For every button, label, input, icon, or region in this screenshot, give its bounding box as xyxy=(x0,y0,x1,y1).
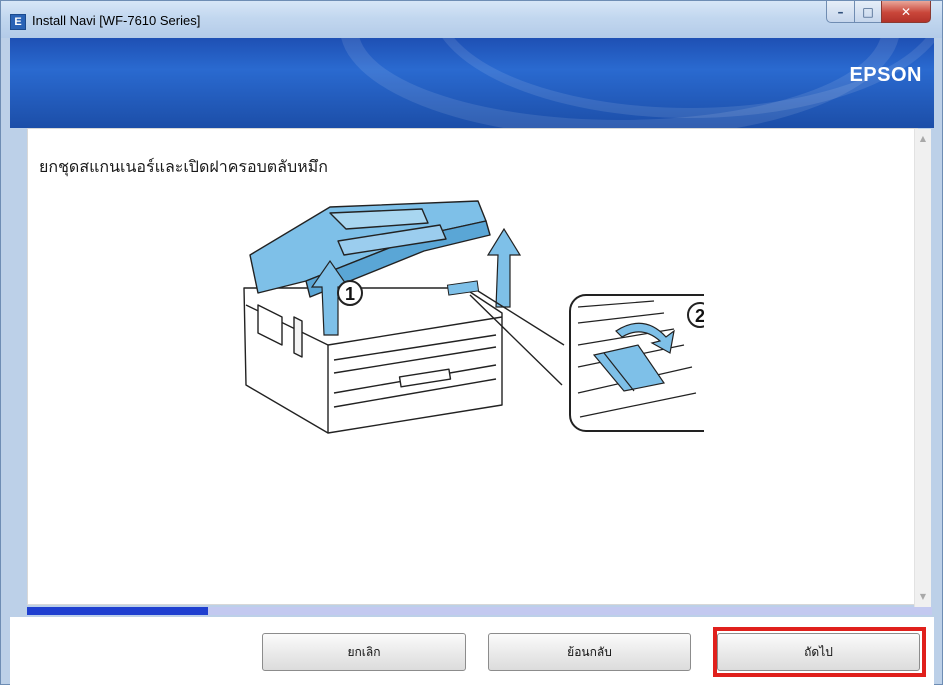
instruction-heading: ยกชุดสแกนเนอร์และเปิดฝาครอบตลับหมึก xyxy=(39,157,328,176)
epson-logo: EPSON xyxy=(849,64,922,86)
cancel-button[interactable]: ยกเลิก xyxy=(262,633,466,671)
title-bar[interactable]: E Install Navi [WF-7610 Series] – □ ✕ xyxy=(1,1,942,38)
next-button[interactable]: ถัดไป xyxy=(717,633,920,671)
maximize-button[interactable]: □ xyxy=(854,1,882,23)
cartridge-cover xyxy=(446,280,480,296)
install-progress-fill xyxy=(27,607,208,615)
lift-arrow-right-icon xyxy=(486,227,522,308)
scanner-lid xyxy=(249,200,491,298)
window-title: Install Navi [WF-7610 Series] xyxy=(32,13,201,28)
step-1-label: 1 xyxy=(345,284,355,304)
printer-body xyxy=(243,287,503,434)
step-2-label: 2 xyxy=(695,306,704,326)
minimize-icon: – xyxy=(837,4,844,19)
close-button[interactable]: ✕ xyxy=(881,1,931,23)
close-icon: ✕ xyxy=(900,4,912,19)
printer-illustration: 1 2 xyxy=(243,200,704,434)
instruction-panel: ยกชุดสแกนเนอร์และเปิดฝาครอบตลับหมึก 1 2 xyxy=(27,128,918,605)
install-progress-bar xyxy=(27,607,932,615)
maximize-icon: □ xyxy=(862,4,874,19)
brand-header: EPSON xyxy=(10,38,934,128)
content-scrollbar[interactable]: ▲ ▼ xyxy=(914,129,931,607)
minimize-button[interactable]: – xyxy=(826,1,855,23)
scroll-up-icon[interactable]: ▲ xyxy=(915,131,931,147)
app-icon: E xyxy=(10,14,26,30)
scroll-down-icon[interactable]: ▼ xyxy=(915,589,931,605)
button-bar: ยกเลิก ย้อนกลับ ถัดไป xyxy=(10,617,934,685)
installer-window: E Install Navi [WF-7610 Series] – □ ✕ EP… xyxy=(0,0,943,685)
back-button[interactable]: ย้อนกลับ xyxy=(488,633,691,671)
